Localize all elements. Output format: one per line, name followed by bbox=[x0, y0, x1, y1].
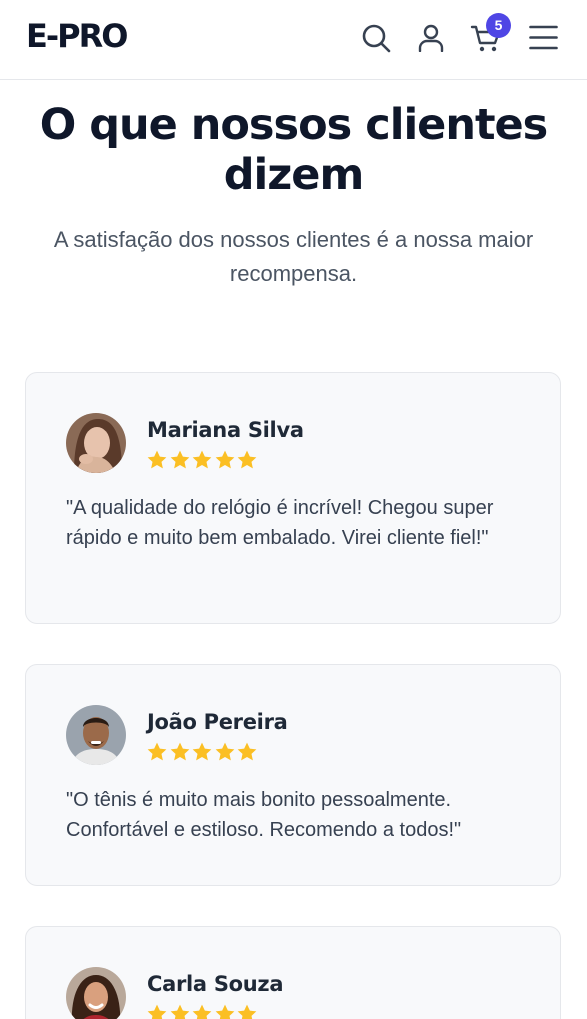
section-subtitle: A satisfação dos nossos clientes é a nos… bbox=[53, 227, 534, 286]
testimonial-quote: "A qualidade do relógio é incrível! Cheg… bbox=[66, 497, 494, 549]
star-icon bbox=[215, 450, 234, 469]
star-icon bbox=[192, 742, 212, 761]
avatar bbox=[66, 967, 126, 1019]
star-icon bbox=[215, 1004, 234, 1019]
star-icon bbox=[192, 450, 212, 469]
star-icon bbox=[147, 450, 167, 469]
star-rating bbox=[146, 741, 259, 763]
star-rating bbox=[146, 1003, 259, 1019]
testimonial-card: João Pereira "O tênis é muito mais bonit… bbox=[25, 664, 561, 886]
star-icon bbox=[170, 1004, 189, 1019]
star-icon bbox=[237, 450, 257, 469]
testimonial-quote: "O tênis é muito mais bonito pessoalment… bbox=[66, 789, 462, 841]
star-icon bbox=[170, 450, 189, 469]
star-icon bbox=[147, 742, 167, 761]
star-icon bbox=[147, 1004, 167, 1019]
site-header: E-PRO 5 bbox=[0, 0, 587, 80]
user-icon[interactable] bbox=[418, 24, 444, 52]
star-icon bbox=[215, 742, 234, 761]
testimonial-card: Mariana Silva "A qualidade do relógio é … bbox=[25, 372, 561, 624]
avatar bbox=[66, 413, 126, 473]
star-icon bbox=[170, 742, 189, 761]
testimonial-card: Carla Souza bbox=[25, 926, 561, 1019]
section-title: O que nossos clientes dizem bbox=[39, 100, 549, 200]
reviewer-name: Carla Souza bbox=[147, 972, 284, 996]
star-icon bbox=[237, 1004, 257, 1019]
reviewer-name: João Pereira bbox=[147, 710, 288, 734]
menu-icon[interactable] bbox=[529, 25, 558, 50]
search-icon[interactable] bbox=[361, 23, 391, 53]
star-rating bbox=[146, 449, 259, 471]
logo[interactable]: E-PRO bbox=[26, 17, 128, 55]
cart-count-badge: 5 bbox=[486, 13, 511, 38]
avatar bbox=[66, 705, 126, 765]
star-icon bbox=[192, 1004, 212, 1019]
star-icon bbox=[237, 742, 257, 761]
reviewer-name: Mariana Silva bbox=[147, 418, 304, 442]
